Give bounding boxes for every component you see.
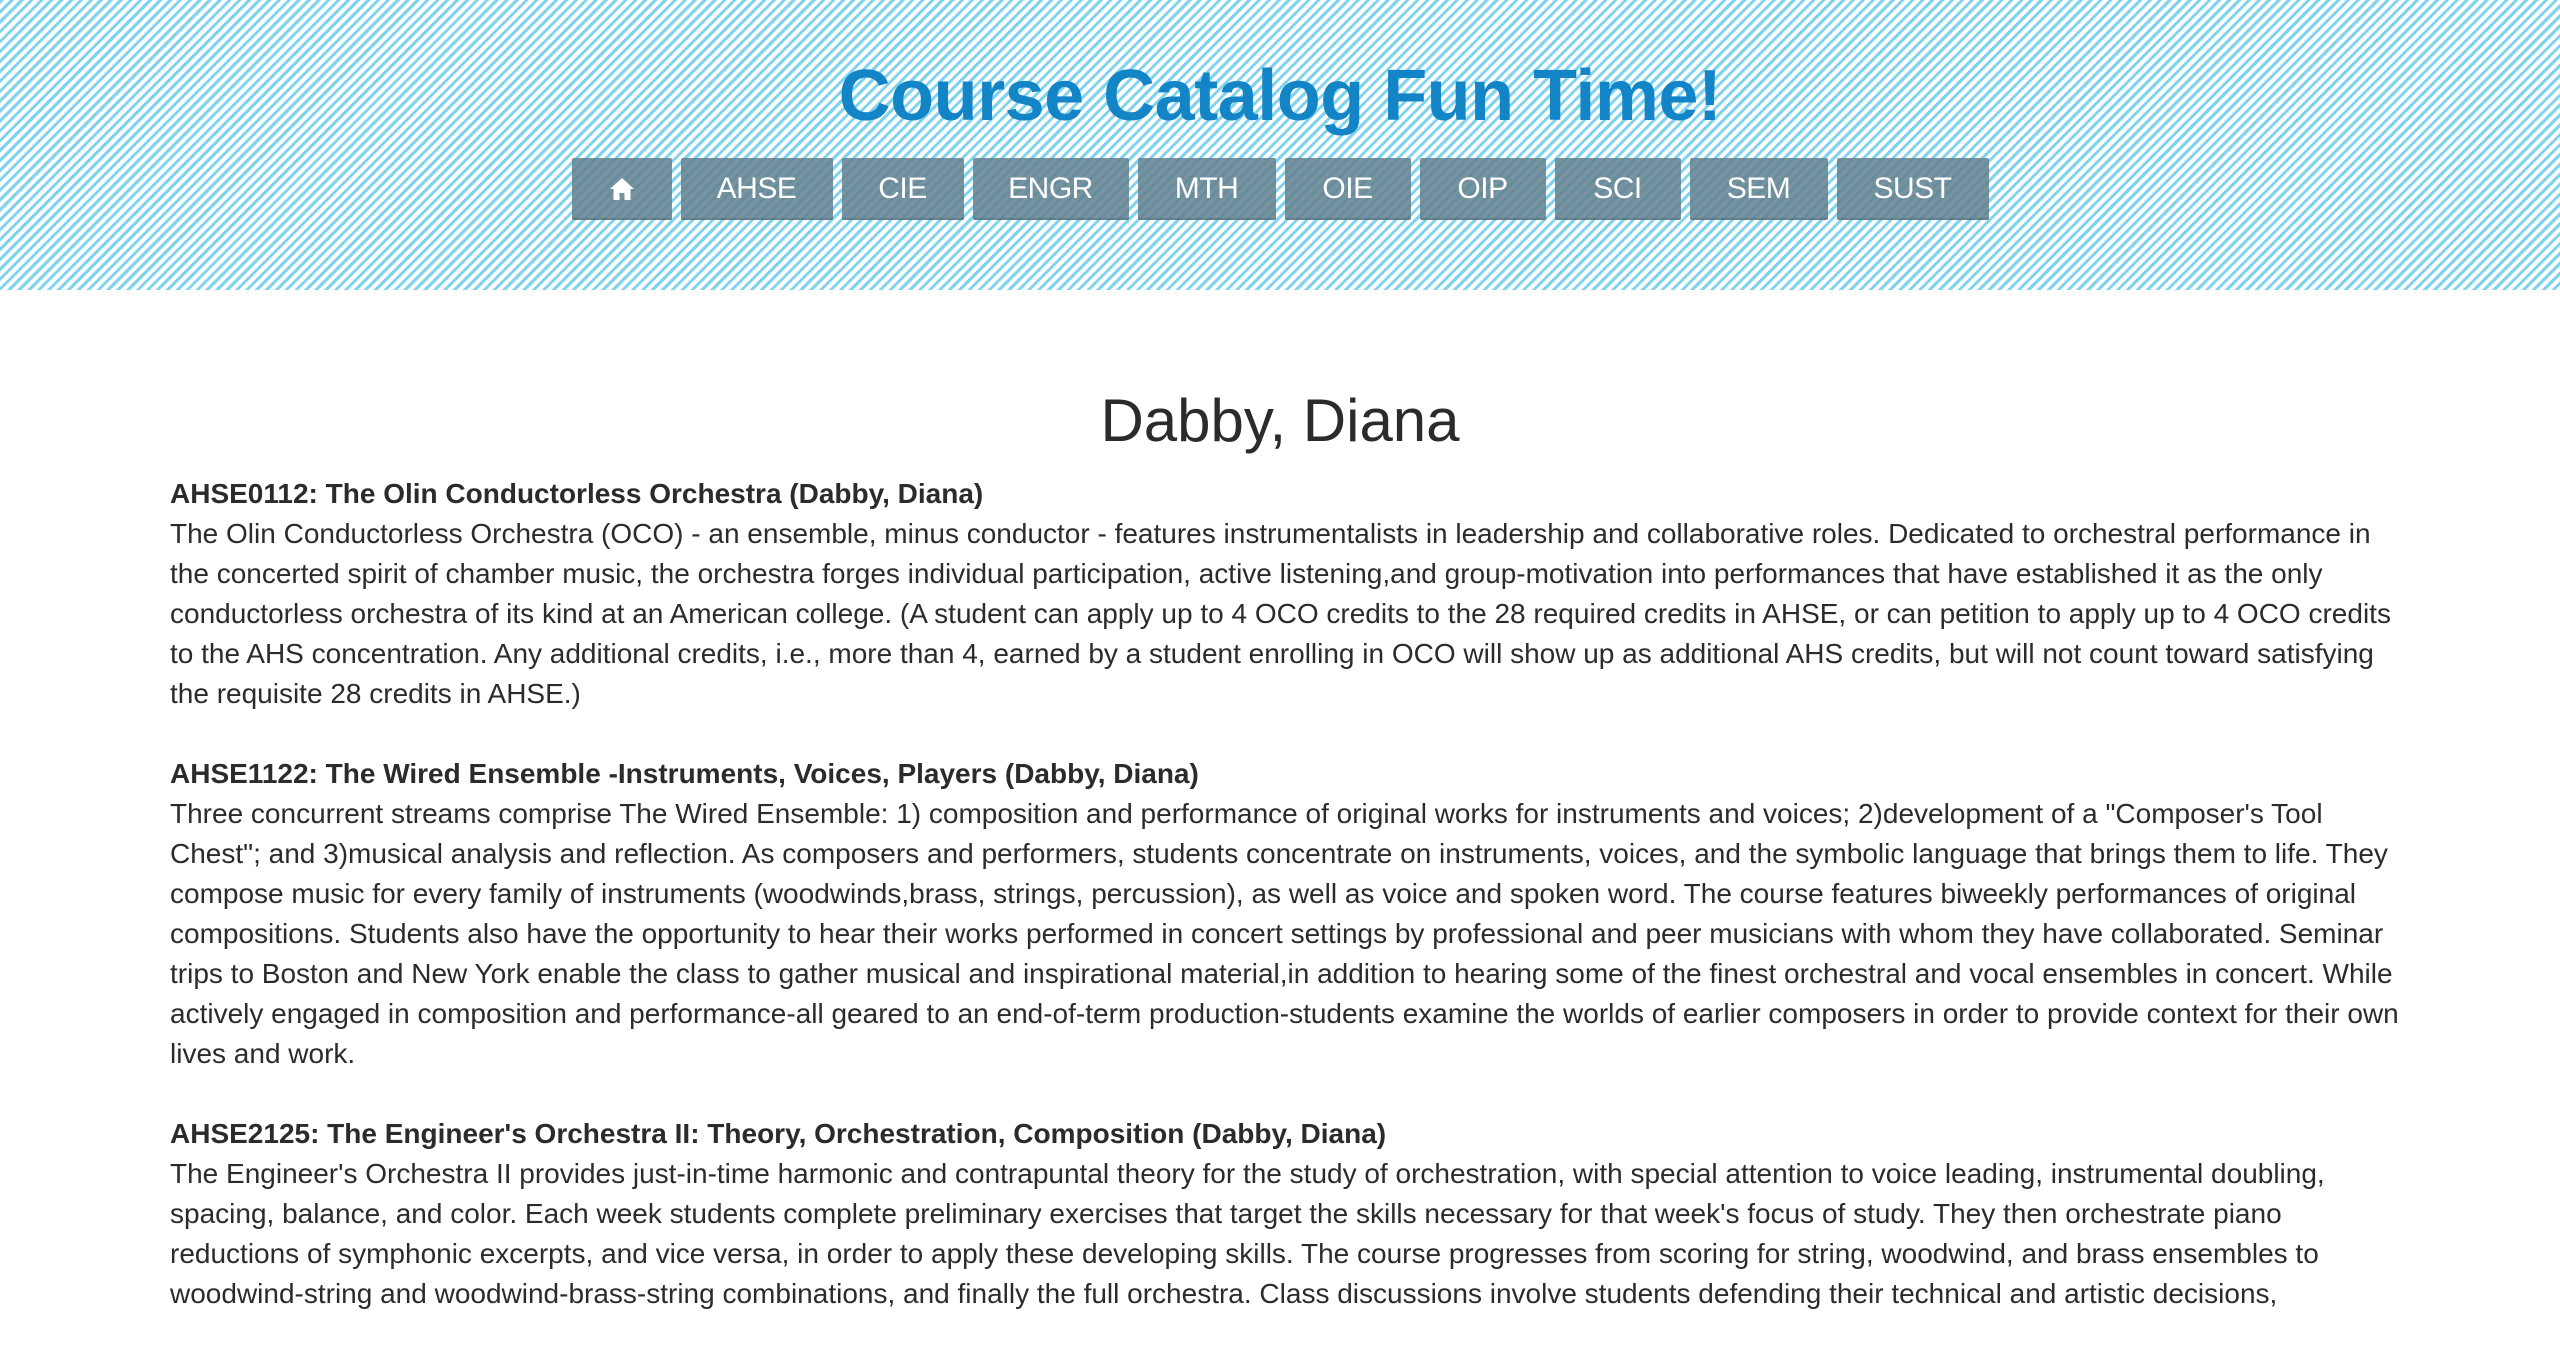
course-description: The Engineer's Orchestra II provides jus… (170, 1158, 2325, 1309)
course-title: AHSE1122: The Wired Ensemble -Instrument… (170, 758, 1199, 789)
course-list: AHSE0112: The Olin Conductorless Orchest… (170, 474, 2400, 1354)
course-title: AHSE2125: The Engineer's Orchestra II: T… (170, 1118, 1387, 1149)
course-item: AHSE0112: The Olin Conductorless Orchest… (170, 474, 2400, 714)
page-heading: Dabby, Diana (1100, 387, 1460, 454)
course-description: Three concurrent streams comprise The Wi… (170, 798, 2399, 1069)
course-item: AHSE2125: The Engineer's Orchestra II: T… (170, 1114, 2400, 1314)
course-title: AHSE0112: The Olin Conductorless Orchest… (170, 478, 984, 509)
course-description: The Olin Conductorless Orchestra (OCO) -… (170, 518, 2391, 709)
course-item: AHSE1122: The Wired Ensemble -Instrument… (170, 754, 2400, 1074)
